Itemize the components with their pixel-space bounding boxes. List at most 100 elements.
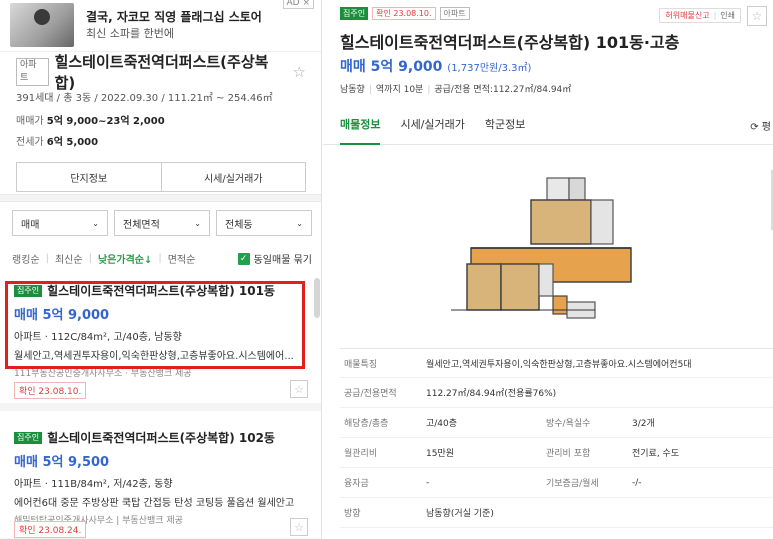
spec-row: 융자금 - 기보증금/월세 -/-	[340, 468, 773, 498]
confirm-date-badge: 확인 23.08.24.	[14, 521, 87, 538]
jeonse-price-label: 전세가	[16, 137, 44, 148]
filter-bar: 매매 ⌄ 전체면적 ⌄ 전체동 ⌄	[12, 210, 312, 236]
spec-label: 기보증금/월세	[546, 479, 599, 489]
detail-title: 힐스테이트죽전역더퍼스트(주상복합) 101동·고층	[340, 33, 680, 52]
jeonse-price: 전세가 6억 5,000	[16, 133, 306, 148]
spec-label: 방향	[344, 509, 361, 519]
tab-price-history[interactable]: 시세/실거래가	[400, 113, 464, 144]
sort-area[interactable]: 면적순	[168, 251, 196, 266]
spec-label: 관리비 포함	[546, 449, 591, 459]
area-select[interactable]: 전체면적 ⌄	[114, 210, 210, 236]
sale-price-label: 매매가	[16, 116, 44, 127]
tab-school-info[interactable]: 학군정보	[485, 113, 525, 144]
ad-title[interactable]: 결국, 자코모 직영 플래그십 스토어	[86, 8, 262, 25]
favorite-star-icon[interactable]: ☆	[747, 6, 767, 26]
spec-value: 남동향(거실 기준)	[426, 509, 494, 519]
sort-ranking[interactable]: 랭킹순	[12, 251, 40, 266]
owner-tag: 집주인	[14, 284, 43, 297]
ad-subtitle[interactable]: 최신 소파를 한번에	[86, 25, 174, 41]
spec-value: 112.27㎡/84.94㎡(전용률76%)	[426, 389, 557, 399]
listing-name[interactable]: 힐스테이트죽전역더퍼스트(주상복합) 101동	[47, 282, 275, 299]
chevron-down-icon: ⌄	[194, 218, 201, 228]
chevron-down-icon: ⌄	[92, 218, 99, 228]
spec-label: 매물특징	[344, 359, 378, 370]
spec-value: -/-	[632, 477, 642, 488]
detail-tabs: 매물정보 시세/실거래가 학군정보	[323, 113, 773, 145]
tab-listing-info[interactable]: 매물정보	[340, 113, 381, 145]
spec-label: 월관리비	[344, 449, 378, 459]
detail-tools: 허위매물신고 | 인쇄	[659, 8, 741, 23]
spec-row: 방향 남동향(거실 기준)	[340, 498, 773, 528]
detail-tags: 집주인 확인 23.08.10. 아파트	[340, 7, 470, 20]
spec-label: 방수/욕실수	[546, 419, 591, 429]
same-listing-label: 동일매물 묶기	[253, 255, 312, 266]
favorite-star-icon[interactable]: ☆	[293, 63, 306, 81]
listing-description: 에어컨6대 중문 주방상판 쿡탑 간접등 탄성 코팅등 풀옵션 월세안고	[14, 498, 295, 509]
spec-table: 매물특징 월세안고,역세권투자용이,익숙한판상형,고층뷰좋아요.시스템에어컨5대…	[340, 348, 773, 528]
chevron-down-icon: ⌄	[296, 218, 303, 228]
checkbox-checked-icon[interactable]: ✓	[237, 252, 250, 265]
spec-value: -	[426, 477, 430, 488]
listing-agency: 111부동산공인중개사사무소 · 부동산뱅크 제공	[14, 369, 192, 379]
report-fake-listing-button[interactable]: 허위매물신고	[665, 10, 709, 21]
complex-name: 힐스테이트죽전역더퍼스트(주상복합)	[54, 53, 269, 92]
listing-description: 월세안고,역세권투자용이,익숙한판상형,고층뷰좋아요.시스템에어...	[14, 351, 294, 362]
detail-price-value: 매매 5억 9,000	[340, 59, 443, 75]
list-item[interactable]: 집주인 힐스테이트죽전역더퍼스트(주상복합) 101동 매매 5억 9,000 …	[0, 270, 321, 411]
spec-value: 월세안고,역세권투자용이,익숙한판상형,고층뷰좋아요.시스템에어컨5대	[426, 359, 692, 370]
ad-close-button[interactable]: AD ×	[282, 0, 314, 9]
spec-label: 융자금	[344, 479, 369, 489]
confirm-date-badge: 확인 23.08.10.	[372, 7, 436, 20]
ad-banner[interactable]: 결국, 자코모 직영 플래그십 스토어 최신 소파를 한번에 AD ×	[0, 0, 321, 52]
list-item[interactable]: 집주인 힐스테이트죽전역더퍼스트(주상복합) 102동 매매 5억 9,500 …	[0, 411, 321, 539]
spec-row: 매물특징 월세안고,역세권투자용이,익숙한판상형,고층뷰좋아요.시스템에어컨5대	[340, 348, 773, 378]
spec-label: 공급/전용면적	[344, 389, 397, 399]
detail-price: 매매 5억 9,000 (1,737만원/3.3㎡)	[340, 56, 531, 76]
dong-select[interactable]: 전체동 ⌄	[216, 210, 312, 236]
list-scrollbar[interactable]	[314, 278, 320, 318]
print-button[interactable]: 인쇄	[720, 10, 735, 21]
favorite-star-icon[interactable]: ☆	[290, 518, 308, 536]
sale-price-value: 5억 9,000~23억 2,000	[46, 116, 165, 127]
sort-latest[interactable]: 최신순	[55, 251, 83, 266]
listing-info: 아파트 · 111B/84m², 저/42층, 동향	[14, 479, 173, 490]
favorite-star-icon[interactable]: ☆	[290, 380, 308, 398]
sort-low-price[interactable]: 낮은가격순↓	[98, 251, 152, 266]
owner-tag: 집주인	[340, 7, 369, 20]
section-divider	[0, 194, 321, 202]
spec-value: 3/2개	[632, 419, 655, 429]
listing-panel: 결국, 자코모 직영 플래그십 스토어 최신 소파를 한번에 AD × 아파트 …	[0, 0, 322, 539]
area-value: 전체면적	[123, 219, 160, 231]
dong-value: 전체동	[225, 219, 253, 231]
listing-name[interactable]: 힐스테이트죽전역더퍼스트(주상복합) 102동	[47, 429, 275, 446]
owner-tag: 집주인	[14, 431, 43, 444]
listing-price: 매매 5억 9,500	[14, 455, 110, 470]
detail-area: 공급/전용 면적:112.27㎡/84.94㎡	[434, 85, 572, 95]
detail-meta: 남동향 | 역까지 10분 | 공급/전용 면적:112.27㎡/84.94㎡	[340, 85, 572, 95]
spec-row: 월관리비 15만원 관리비 포함 전기료, 수도	[340, 438, 773, 468]
floor-plan-image[interactable]	[451, 160, 636, 330]
sale-price-range: 매매가 5억 9,000~23억 2,000	[16, 112, 306, 127]
trade-type-select[interactable]: 매매 ⌄	[12, 210, 108, 236]
spec-label: 해당층/총층	[344, 419, 389, 429]
listing-list: 집주인 힐스테이트죽전역더퍼스트(주상복합) 101동 매매 5억 9,000 …	[0, 270, 321, 539]
detail-panel: 집주인 확인 23.08.10. 아파트 허위매물신고 | 인쇄 ☆ 힐스테이트…	[323, 0, 773, 539]
complex-type-tag: 아파트	[16, 58, 49, 86]
spec-value: 15만원	[426, 449, 455, 459]
price-history-button[interactable]: 시세/실거래가	[161, 162, 306, 192]
same-listing-toggle[interactable]: ✓ 동일매물 묶기	[237, 251, 312, 266]
detail-direction: 남동향	[340, 85, 365, 95]
complex-meta: 391세대 / 총 3동 / 2022.09.30 / 111.21㎡ ~ 25…	[16, 93, 273, 104]
ad-thumbnail[interactable]	[10, 3, 74, 47]
complex-info-button[interactable]: 단지정보	[16, 162, 162, 192]
trade-type-value: 매매	[21, 219, 40, 231]
jeonse-price-value: 6억 5,000	[46, 137, 99, 148]
complex-summary: 아파트 힐스테이트죽전역더퍼스트(주상복합) ☆ 391세대 / 총 3동 / …	[0, 53, 321, 192]
property-type-tag: 아파트	[439, 7, 470, 20]
spec-row: 공급/전용면적 112.27㎡/84.94㎡(전용률76%)	[340, 378, 773, 408]
spec-value: 전기료, 수도	[632, 449, 680, 459]
listing-price: 매매 5억 9,000	[14, 308, 110, 323]
listing-info: 아파트 · 112C/84m², 고/40층, 남동향	[14, 332, 182, 343]
confirm-date-badge: 확인 23.08.10.	[14, 382, 87, 399]
unit-toggle-button[interactable]: ⟳ 평	[750, 118, 771, 133]
